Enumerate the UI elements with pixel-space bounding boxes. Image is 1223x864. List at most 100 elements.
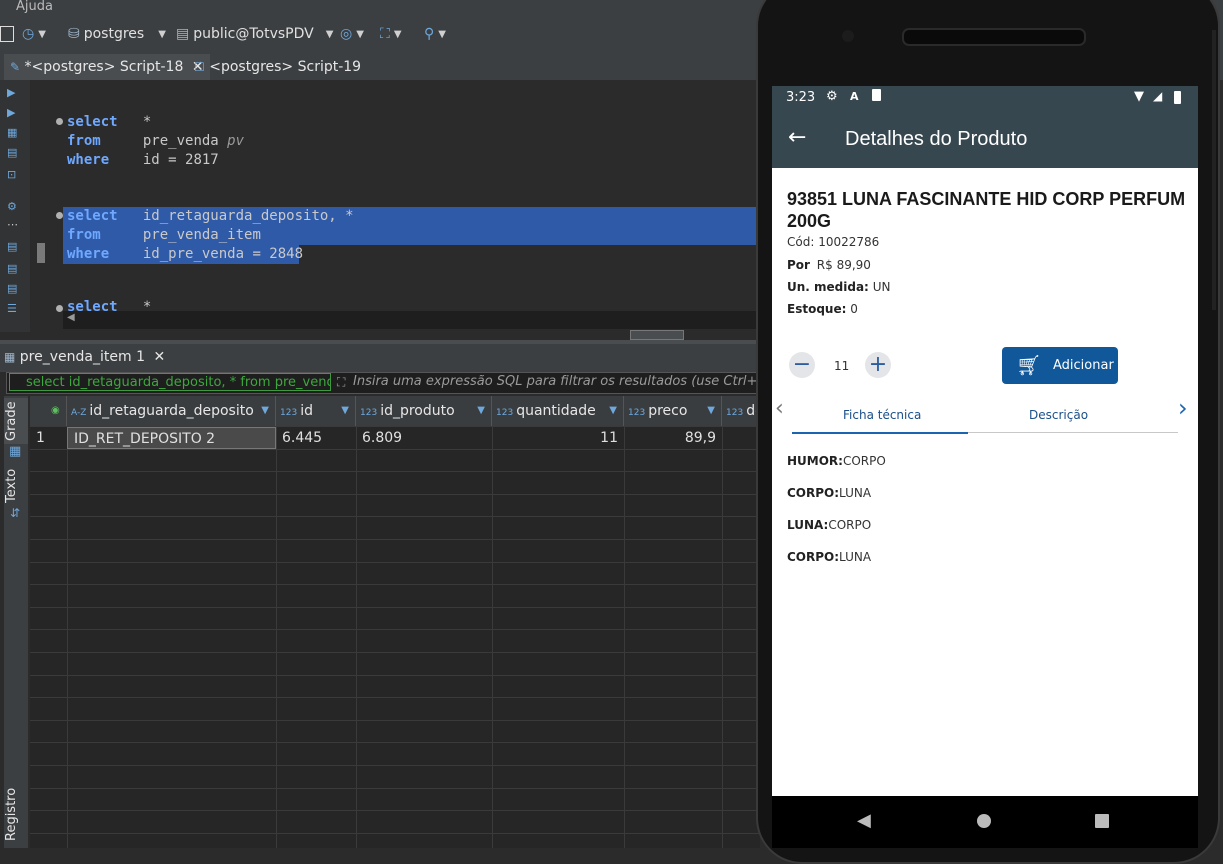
filter-bar: select id_retaguarda_deposito, * from pr…: [6, 372, 809, 394]
menu-ajuda[interactable]: Ajuda: [16, 0, 53, 14]
execute-script-icon[interactable]: ▶: [7, 106, 15, 119]
grid-row-line: [30, 810, 760, 811]
decrease-quantity-button[interactable]: −: [789, 352, 815, 378]
export-icon[interactable]: ▤: [7, 146, 17, 159]
code-line-clipped: select *: [67, 300, 152, 311]
grid-corner[interactable]: ◉: [30, 396, 67, 426]
column-header-de[interactable]: 123de: [722, 396, 760, 426]
spec-item: LUNA:CORPO: [787, 518, 872, 532]
chevron-left-icon[interactable]: ‹: [775, 396, 784, 421]
cart-add-icon: 🛒︎: [1016, 353, 1042, 377]
results-grid[interactable]: [30, 396, 760, 848]
table-cell[interactable]: 6.809: [356, 427, 492, 449]
schema-name: public@TotvsPDV: [193, 26, 314, 42]
add-to-cart-button[interactable]: 🛒︎ Adicionar: [1002, 347, 1118, 384]
table-cell[interactable]: ID_RET_DEPOSITO 2: [67, 427, 276, 449]
code-line: select id_retaguarda_deposito, *: [67, 208, 354, 224]
nav-home-icon[interactable]: [977, 814, 991, 828]
tab-script-18[interactable]: ✎ *<postgres> Script-18 ✕: [4, 54, 210, 82]
outline-icon[interactable]: ☰: [7, 302, 17, 315]
close-icon[interactable]: ✕: [153, 349, 165, 365]
expand-icon[interactable]: ⛶: [337, 373, 345, 391]
app-bar: ← Detalhes do Produto: [772, 112, 1198, 168]
chevron-down-icon[interactable]: ▼: [261, 396, 269, 426]
grid-icon: ▦: [9, 444, 22, 459]
file-icon[interactable]: ▤: [7, 240, 17, 253]
type-badge: A-Z: [71, 408, 87, 418]
table-cell[interactable]: 6.445: [276, 427, 356, 449]
chevron-down-icon[interactable]: ▼: [341, 396, 349, 426]
phone-side-edge: [1212, 30, 1216, 310]
tab-script-19[interactable]: ☐ <postgres> Script-19: [188, 54, 367, 80]
tab-results[interactable]: ▦ pre_venda_item 1 ✕: [4, 345, 165, 369]
console-icon[interactable]: ⊡: [7, 168, 16, 181]
grid-row-line: [30, 562, 760, 563]
grid-row-line: [30, 697, 760, 698]
nav-back-icon[interactable]: ◀: [857, 810, 871, 831]
filter-input[interactable]: Insira uma expressão SQL para filtrar os…: [353, 373, 809, 391]
tab-label: *<postgres> Script-18: [24, 59, 184, 75]
grid-row-line: [30, 629, 760, 630]
column-name: preco: [648, 403, 688, 419]
table-icon: ▦: [4, 350, 16, 364]
tab-ficha-tecnica[interactable]: Ficha técnica: [843, 408, 921, 422]
code-line: from pre_venda pv: [67, 133, 245, 149]
increase-quantity-button[interactable]: +: [865, 352, 891, 378]
editor-gutter: ▶ ▶ ▦ ▤ ⊡ ⚙ ⋯ ▤ ▤ ▤ ☰: [0, 80, 30, 332]
statement-marker: [56, 305, 63, 312]
tab-texto[interactable]: Texto: [4, 466, 28, 506]
chevron-right-icon[interactable]: ›: [1178, 394, 1188, 422]
stock-value: 0: [850, 302, 858, 316]
column-header-id[interactable]: 123 id ▼: [276, 396, 356, 426]
editor-horizontal-scrollbar[interactable]: ◀: [63, 311, 760, 329]
grid-column-line: [722, 426, 723, 848]
table-cell[interactable]: 89,9: [624, 427, 722, 449]
phone-camera: [842, 30, 854, 42]
tab-grade[interactable]: Grade: [4, 398, 28, 444]
wifi-icon: ▼: [1134, 89, 1144, 104]
type-badge: 123: [280, 408, 298, 418]
panel-splitter[interactable]: [630, 330, 684, 340]
explain-icon[interactable]: ▦: [7, 126, 17, 139]
clock-icon: ◷: [22, 26, 35, 42]
product-unit: Un. medida: UN: [787, 280, 890, 294]
row-number[interactable]: 1: [30, 427, 67, 449]
column-header-id-retaguarda-deposito[interactable]: A-Z id_retaguarda_deposito ▼: [67, 396, 276, 426]
datasource-name: postgres: [83, 26, 145, 42]
back-arrow-icon[interactable]: ←: [788, 125, 806, 150]
chevron-down-icon[interactable]: ▼: [707, 396, 715, 426]
column-header-preco[interactable]: 123 preco ▼: [624, 396, 722, 426]
nav-recents-icon[interactable]: [1095, 814, 1109, 828]
file-add-icon[interactable]: ▤: [7, 262, 17, 275]
tab-descricao[interactable]: Descrição: [1029, 408, 1088, 422]
table-cell[interactable]: 11: [492, 427, 624, 449]
gear-icon[interactable]: ⚙: [7, 200, 17, 213]
execute-statement-icon[interactable]: ▶: [7, 86, 15, 99]
spec-item: CORPO:LUNA: [787, 486, 872, 500]
datasource-selector[interactable]: ⛁ postgres ▼: [68, 26, 166, 42]
commit-button[interactable]: ⛶ ▼: [380, 26, 402, 42]
product-stock: Estoque: 0: [787, 302, 858, 316]
column-header-id-produto[interactable]: 123 id_produto ▼: [356, 396, 492, 426]
grid-row-line: [30, 607, 760, 608]
panel-toggle-button[interactable]: [0, 26, 14, 42]
status-bar: 3:23 ⚙ A ▼ ◢: [772, 86, 1198, 112]
script-icon: ☐: [194, 60, 205, 74]
column-header-quantidade[interactable]: 123 quantidade ▼: [492, 396, 624, 426]
unit-value: UN: [872, 280, 891, 294]
transaction-mode-button[interactable]: ◎ ▼: [340, 26, 364, 42]
chevron-down-icon[interactable]: ▼: [609, 396, 617, 426]
grid-row-line: [30, 833, 760, 834]
grid-column-line: [492, 426, 493, 848]
type-badge: 123: [360, 408, 378, 418]
chevron-down-icon[interactable]: ▼: [477, 396, 485, 426]
search-icon: ⚲: [424, 26, 435, 42]
search-button[interactable]: ⚲ ▼: [424, 26, 446, 42]
filter-history-input[interactable]: select id_retaguarda_deposito, * from pr…: [9, 373, 331, 391]
history-button[interactable]: ◷ ▼: [22, 26, 46, 42]
scroll-left-icon[interactable]: ◀: [67, 312, 75, 323]
more-icon[interactable]: ⋯: [7, 218, 18, 231]
schema-selector[interactable]: ▤ public@TotvsPDV ▼: [176, 26, 333, 42]
file-icon[interactable]: ▤: [7, 282, 17, 295]
tab-registro[interactable]: Registro: [4, 786, 28, 842]
